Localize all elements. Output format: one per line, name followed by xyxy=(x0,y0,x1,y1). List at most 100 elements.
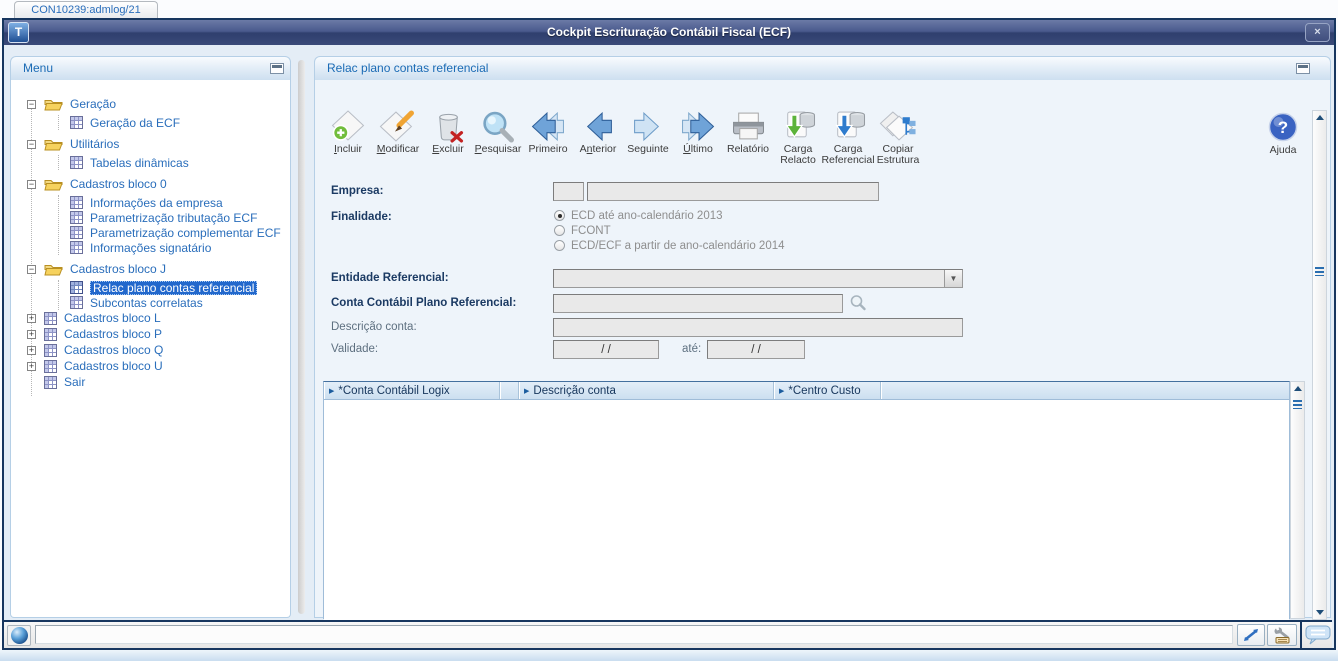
table-header-row: ▶ *Conta Contábil Logix ▶ Descrição cont… xyxy=(324,382,1289,400)
grid-icon xyxy=(70,241,83,254)
tree-expand-icon[interactable] xyxy=(27,329,36,339)
ate-label: até: xyxy=(682,343,702,355)
toolbar-button-incluir[interactable]: Incluir xyxy=(323,110,373,155)
menu-panel-title: Menu xyxy=(23,61,54,75)
tree-item-cadastros-bloco-j[interactable]: Cadastros bloco J xyxy=(27,261,290,277)
grid-icon xyxy=(44,375,57,389)
setup-button[interactable] xyxy=(1267,624,1297,646)
scroll-up-icon[interactable] xyxy=(1294,386,1302,391)
toolbar-button-carga-relacto[interactable]: Carga Relacto xyxy=(773,110,823,166)
tree-expand-icon[interactable] xyxy=(27,313,36,323)
tree-item-cadastros-bloco-0[interactable]: Cadastros bloco 0 xyxy=(27,176,290,192)
chat-button[interactable] xyxy=(1305,625,1331,650)
tree-item-informacoes-signatario[interactable]: Informações signatário xyxy=(59,240,290,255)
tree-item-parametrizacao-tributacao-ecf[interactable]: Parametrização tributação ECF xyxy=(59,210,290,225)
radio-option-ecd-2013[interactable]: ECD até ano-calendário 2013 xyxy=(554,209,723,222)
toolbar-button-excluir[interactable]: Excluir xyxy=(423,110,473,155)
toolbar-button-carga-referencial[interactable]: Carga Referencial xyxy=(821,110,875,166)
menu-panel: Menu Geração Geração da ECF Utilitários xyxy=(10,56,291,618)
diagonal-arrow-icon xyxy=(1244,628,1258,641)
validade-from-input[interactable] xyxy=(553,340,659,359)
toolbar-button-primeiro[interactable]: Primeiro xyxy=(523,110,573,155)
close-button[interactable]: × xyxy=(1305,23,1330,42)
lookup-magnifier-icon[interactable] xyxy=(849,294,867,312)
toolbar-label: Último xyxy=(683,143,713,155)
toolbar-button-pesquisar[interactable]: Pesquisar xyxy=(473,110,523,155)
tree-collapse-icon[interactable] xyxy=(27,264,36,274)
sheet-plus-icon xyxy=(331,110,365,141)
tree-item-utilitarios[interactable]: Utilitários xyxy=(27,136,290,152)
tree-item-geracao-da-ecf[interactable]: Geração da ECF xyxy=(59,115,290,130)
chat-bubble-icon xyxy=(1305,625,1331,645)
scroll-down-icon[interactable] xyxy=(1316,610,1324,615)
tree-item-cadastros-bloco-p[interactable]: Cadastros bloco P xyxy=(27,326,290,342)
column-header-conta-contabil-logix[interactable]: ▶ *Conta Contábil Logix xyxy=(324,382,500,399)
tree-collapse-icon[interactable] xyxy=(27,179,36,189)
chevron-down-icon[interactable]: ▼ xyxy=(944,270,962,287)
tree-item-cadastros-bloco-q[interactable]: Cadastros bloco Q xyxy=(27,342,290,358)
tree-item-cadastros-bloco-l[interactable]: Cadastros bloco L xyxy=(27,310,290,326)
scroll-up-icon[interactable] xyxy=(1316,115,1324,120)
empresa-name-input[interactable] xyxy=(587,182,879,201)
toolbar-button-copiar-estrutura[interactable]: Copiar Estrutura xyxy=(873,110,923,166)
entidade-referencial-label: Entidade Referencial: xyxy=(331,272,449,284)
collapse-panel-icon[interactable] xyxy=(270,63,284,74)
panel-vertical-scrollbar[interactable] xyxy=(1312,110,1327,620)
tree-item-label: Cadastros bloco J xyxy=(70,262,167,276)
column-header-label: Descrição conta xyxy=(533,384,616,397)
resize-button[interactable] xyxy=(1237,624,1265,646)
radio-option-ecd-ecf-2014[interactable]: ECD/ECF a partir de ano-calendário 2014 xyxy=(554,239,785,252)
tree-collapse-icon[interactable] xyxy=(27,139,36,149)
column-arrow-icon: ▶ xyxy=(779,387,785,395)
descricao-conta-input[interactable] xyxy=(553,318,963,337)
radio-option-fcont[interactable]: FCONT xyxy=(554,224,611,237)
conta-contabil-input[interactable] xyxy=(553,294,843,313)
toolbar-button-modificar[interactable]: Modificar xyxy=(373,110,423,155)
table-vertical-scrollbar[interactable] xyxy=(1290,381,1305,619)
last-arrow-icon xyxy=(682,111,715,142)
radio-icon[interactable] xyxy=(554,240,565,251)
conta-contabil-label: Conta Contábil Plano Referencial: xyxy=(331,297,517,309)
printer-icon xyxy=(733,112,764,140)
tree-item-informacoes-da-empresa[interactable]: Informações da empresa xyxy=(59,195,290,210)
scrollbar-grip[interactable] xyxy=(1293,400,1302,409)
tree-item-relac-plano-contas-referencial[interactable]: Relac plano contas referencial xyxy=(59,280,290,295)
toolbar-label: Seguinte xyxy=(627,143,669,155)
grid-icon xyxy=(44,343,57,357)
tree-children: Relac plano contas referencial Subcontas… xyxy=(58,280,290,310)
column-header-centro-custo[interactable]: ▶ *Centro Custo xyxy=(774,382,881,399)
toolbar-button-anterior[interactable]: Anterior xyxy=(573,110,623,155)
tree-item-parametrizacao-complementar-ecf[interactable]: Parametrização complementar ECF xyxy=(59,225,290,240)
collapse-panel-icon[interactable] xyxy=(1296,63,1310,74)
radio-label: ECD até ano-calendário 2013 xyxy=(571,209,723,222)
help-button[interactable]: ? Ajuda xyxy=(1259,112,1307,156)
tree-item-tabelas-dinamicas[interactable]: Tabelas dinâmicas xyxy=(59,155,290,170)
window-title: Cockpit Escrituração Contábil Fiscal (EC… xyxy=(546,25,792,39)
tree-item-sair[interactable]: Sair xyxy=(27,374,290,390)
next-arrow-icon xyxy=(634,111,660,142)
tree-item-subcontas-correlatas[interactable]: Subcontas correlatas xyxy=(59,295,290,310)
toolbar-button-ultimo[interactable]: Último xyxy=(673,110,723,155)
radio-checked-icon[interactable] xyxy=(554,210,565,221)
panel-splitter[interactable] xyxy=(298,60,305,614)
tree-item-cadastros-bloco-u[interactable]: Cadastros bloco U xyxy=(27,358,290,374)
toolbar-button-seguinte[interactable]: Seguinte xyxy=(623,110,673,155)
empresa-code-input[interactable] xyxy=(553,182,584,201)
grid-icon xyxy=(70,196,83,209)
connection-status-button[interactable] xyxy=(7,625,31,646)
tree-item-geracao[interactable]: Geração xyxy=(27,96,290,112)
entidade-referencial-select[interactable]: ▼ xyxy=(553,269,963,288)
validade-to-input[interactable] xyxy=(707,340,805,359)
toolbar-button-relatorio[interactable]: Relatório xyxy=(723,110,773,155)
session-tab[interactable]: CON10239:admlog/21 xyxy=(14,1,158,19)
tree-item-label-selected: Relac plano contas referencial xyxy=(90,280,258,295)
tree-expand-icon[interactable] xyxy=(27,361,36,371)
column-header-spacer[interactable] xyxy=(500,382,519,399)
results-table: ▶ *Conta Contábil Logix ▶ Descrição cont… xyxy=(323,381,1290,620)
tree-item-label: Tabelas dinâmicas xyxy=(90,155,189,170)
column-header-descricao-conta[interactable]: ▶ Descrição conta xyxy=(519,382,774,399)
tree-collapse-icon[interactable] xyxy=(27,99,36,109)
scrollbar-grip[interactable] xyxy=(1315,267,1324,276)
tree-expand-icon[interactable] xyxy=(27,345,36,355)
radio-icon[interactable] xyxy=(554,225,565,236)
